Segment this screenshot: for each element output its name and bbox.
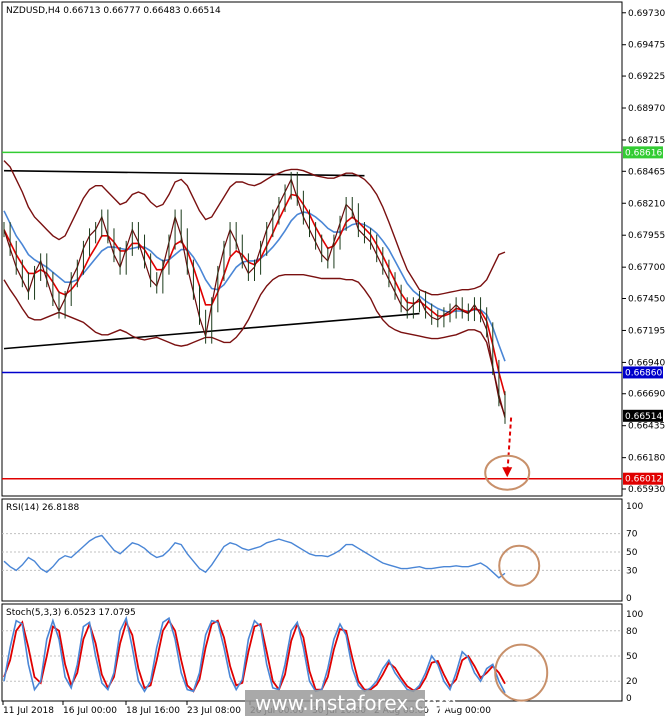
stoch-axis-tick-label: 50 xyxy=(626,652,638,662)
target-level-label: 0.66012 xyxy=(625,475,662,485)
stoch-panel-title: Stoch(5,3,3) 6.0523 17.0795 xyxy=(6,608,136,618)
price-axis-tick-label: 0.68715 xyxy=(628,136,665,146)
price-panel: 0.68616 0.66860 0.66012 0.66514 NZDUSD,H4 0… xyxy=(1,1,665,497)
price-axis-tick-label: 0.66435 xyxy=(628,422,665,432)
price-axis-tick-label: 0.65930 xyxy=(628,485,665,495)
current-price-label: 0.66514 xyxy=(625,412,662,422)
price-axis-tick-label: 0.67700 xyxy=(628,263,665,273)
price-panel-title: NZDUSD,H4 0.66713 0.66777 0.66483 0.6651… xyxy=(6,6,221,16)
price-axis-tick-label: 0.69730 xyxy=(628,9,665,19)
time-axis-tick-label: 11 Jul 2018 xyxy=(3,706,54,716)
price-axis-tick-label: 0.69225 xyxy=(628,72,665,82)
stoch-axis-tick-label: 0 xyxy=(626,694,632,704)
rsi-axis-tick-label: 100 xyxy=(626,502,643,512)
rsi-panel-frame xyxy=(1,498,623,602)
time-axis-tick-label: 16 Jul 00:00 xyxy=(63,706,117,716)
support-level-label: 0.66860 xyxy=(625,368,662,378)
price-axis-tick-label: 0.66940 xyxy=(628,358,665,368)
rsi-panel-title: RSI(14) 26.8188 xyxy=(6,503,79,513)
rsi-panel: RSI(14) 26.8188 100 70 50 30 0 xyxy=(1,498,643,604)
price-axis-tick-label: 0.67450 xyxy=(628,295,665,305)
resistance-level-label: 0.68616 xyxy=(625,148,662,158)
watermark-text: www.instaforex.com xyxy=(255,691,457,715)
rsi-axis-tick-label: 70 xyxy=(626,530,638,540)
time-axis-tick-label: 23 Jul 08:00 xyxy=(187,706,241,716)
rsi-axis-tick-label: 0 xyxy=(626,594,632,604)
rsi-axis-tick-label: 30 xyxy=(626,566,638,576)
price-axis-tick-label: 0.67955 xyxy=(628,231,665,241)
chart-canvas: 0.68616 0.66860 0.66012 0.66514 NZDUSD,H4 0… xyxy=(1,1,665,716)
price-axis-tick-label: 0.68210 xyxy=(628,199,665,209)
price-axis-tick-label: 0.68970 xyxy=(628,104,665,114)
rsi-axis-tick-label: 50 xyxy=(626,548,638,558)
price-axis-tick-label: 0.66690 xyxy=(628,390,665,400)
price-axis-tick-label: 0.66180 xyxy=(628,454,665,464)
stoch-axis-tick-label: 80 xyxy=(626,627,638,637)
chart-window: 0.68616 0.66860 0.66012 0.66514 NZDUSD,H4 0… xyxy=(0,0,665,718)
price-axis-tick-label: 0.67195 xyxy=(628,326,665,336)
price-axis-tick-label: 0.68465 xyxy=(628,167,665,177)
price-axis-tick-label: 0.69475 xyxy=(628,41,665,51)
stoch-axis-tick-label: 20 xyxy=(626,677,638,687)
stoch-panel: Stoch(5,3,3) 6.0523 17.0795 100 80 50 20 0 xyxy=(1,603,643,704)
stoch-axis-tick-label: 100 xyxy=(626,610,643,620)
time-axis-tick-label: 18 Jul 16:00 xyxy=(126,706,180,716)
